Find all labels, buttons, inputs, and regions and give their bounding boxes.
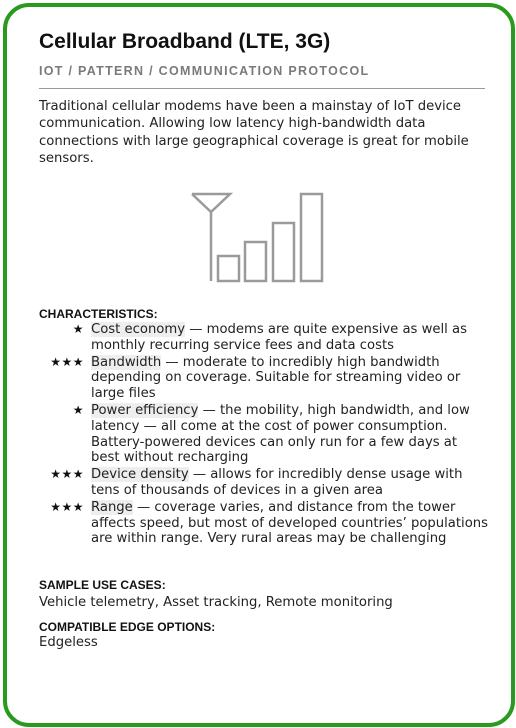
star-rating: ★★★ bbox=[50, 499, 84, 514]
characteristic-item: ★★★ Bandwidth — moderate to incredibly h… bbox=[39, 354, 489, 402]
star-rating: ★ bbox=[72, 322, 84, 336]
antenna-mast bbox=[191, 193, 212, 213]
characteristic-term: Cost economy bbox=[91, 322, 186, 337]
star-rating: ★ bbox=[72, 402, 84, 417]
card-title: Cellular Broadband (LTE, 3G) bbox=[39, 30, 331, 53]
edge-options-text: Edgeless bbox=[39, 635, 98, 650]
signal-bar-2 bbox=[243, 240, 268, 283]
use-cases-heading: SAMPLE USE CASES: bbox=[39, 578, 166, 592]
characteristic-text: — coverage varies, and distance from the… bbox=[91, 499, 489, 547]
characteristic-term: Bandwidth bbox=[91, 354, 162, 370]
characteristic-item: ★★★ Range — coverage varies, and distanc… bbox=[39, 499, 489, 547]
characteristic-term: Power efficiency bbox=[91, 402, 199, 418]
card-subtitle: IOT / PATTERN / COMMUNICATION PROTOCOL bbox=[39, 64, 370, 78]
use-cases-text: Vehicle telemetry, Asset tracking, Remot… bbox=[39, 595, 393, 610]
description: Traditional cellular modems have been a … bbox=[39, 99, 469, 167]
star-rating: ★★★ bbox=[50, 354, 84, 369]
signal-bar-3 bbox=[271, 221, 296, 283]
characteristics-list: ★ Cost economy — modems are quite expens… bbox=[39, 322, 489, 548]
characteristic-item: ★★★ Device density — allows for incredib… bbox=[39, 467, 489, 499]
characteristic-item: ★ Power efficiency — the mobility, high … bbox=[39, 402, 489, 466]
edge-options-heading: COMPATIBLE EDGE OPTIONS: bbox=[39, 620, 216, 634]
star-rating: ★★★ bbox=[50, 467, 84, 482]
signal-bar-4 bbox=[299, 192, 324, 283]
characteristics-heading: CHARACTERISTICS: bbox=[39, 307, 158, 321]
characteristic-item: ★ Cost economy — modems are quite expens… bbox=[39, 322, 489, 354]
signal-bar-1 bbox=[216, 254, 241, 283]
antenna-triangle bbox=[192, 192, 234, 213]
divider bbox=[39, 88, 485, 89]
characteristic-term: Device density bbox=[91, 467, 189, 483]
characteristic-term: Range bbox=[91, 499, 133, 515]
cell-signal-icon bbox=[191, 192, 324, 283]
